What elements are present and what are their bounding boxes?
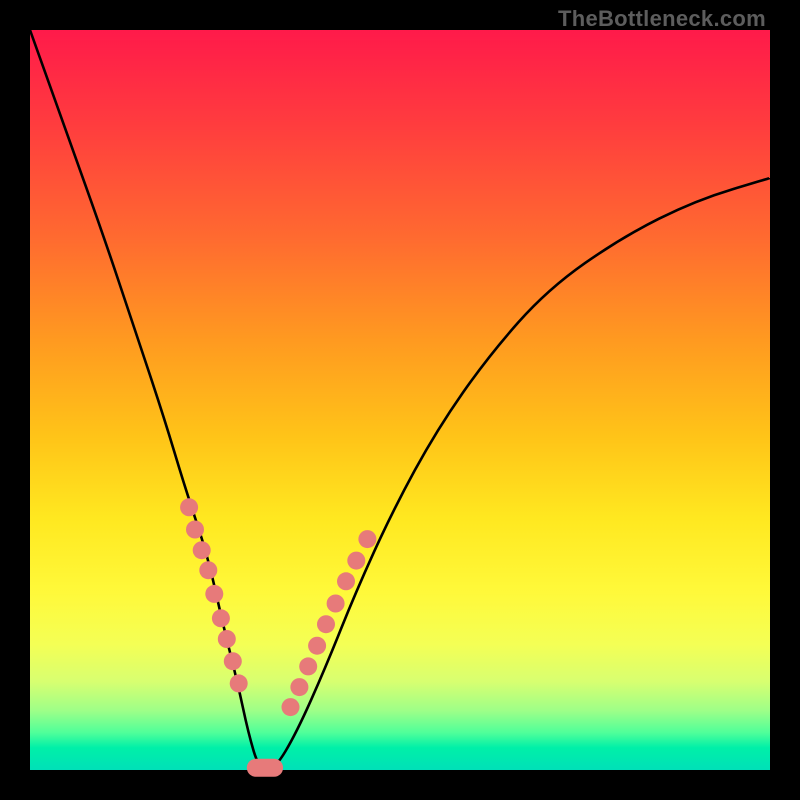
scatter-dot — [308, 637, 326, 655]
scatter-dot — [230, 674, 248, 692]
scatter-dot — [282, 698, 300, 716]
chart-svg — [30, 30, 770, 770]
scatter-dot — [212, 609, 230, 627]
scatter-dot — [327, 595, 345, 613]
scatter-dot — [224, 652, 242, 670]
plot-area — [30, 30, 770, 770]
scatter-dot — [290, 678, 308, 696]
scatter-dot — [347, 552, 365, 570]
scatter-dot — [317, 615, 335, 633]
brand-watermark: TheBottleneck.com — [558, 6, 766, 32]
scatter-dot — [205, 585, 223, 603]
scatter-dot — [193, 541, 211, 559]
scatter-dot — [337, 572, 355, 590]
chart-frame: TheBottleneck.com — [0, 0, 800, 800]
scatter-dot — [180, 498, 198, 516]
scatter-dots — [180, 498, 376, 716]
scatter-dot — [218, 630, 236, 648]
floor-segment — [247, 759, 283, 777]
bottleneck-curve — [30, 30, 770, 770]
scatter-dot — [199, 561, 217, 579]
scatter-dot — [358, 530, 376, 548]
scatter-dot — [299, 657, 317, 675]
floor-pill — [247, 759, 283, 777]
scatter-dot — [186, 521, 204, 539]
